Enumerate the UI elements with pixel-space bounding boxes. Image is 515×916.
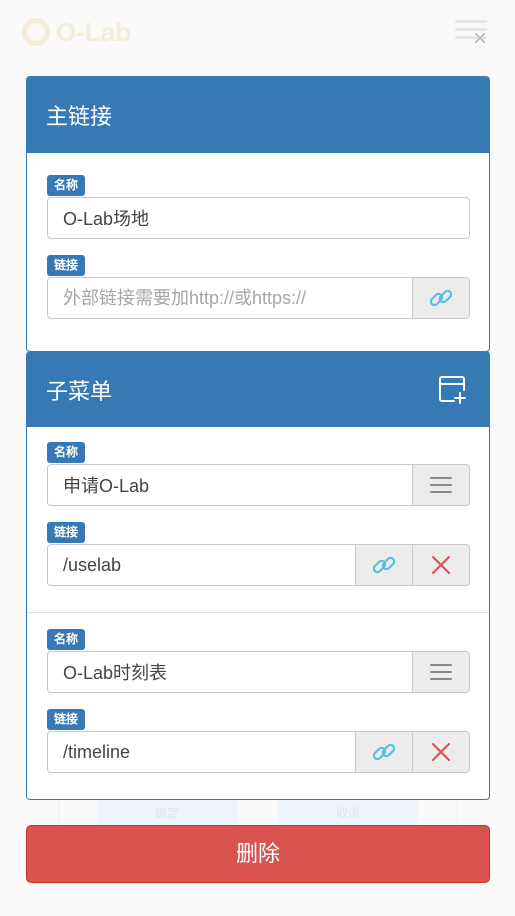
link-icon	[372, 743, 396, 761]
link-icon	[429, 289, 453, 307]
submenu-item-divider	[27, 612, 489, 613]
delete-button[interactable]: 删除	[26, 825, 490, 883]
link-icon	[372, 556, 396, 574]
add-submenu-icon[interactable]	[437, 374, 467, 404]
submenu-item-2-name-tag: 名称	[47, 629, 86, 650]
background-logo-text: O-Lab	[56, 16, 132, 47]
close-icon	[432, 556, 450, 574]
submenu-item-1-drag-handle[interactable]	[412, 465, 469, 505]
main-link-input[interactable]	[48, 278, 412, 318]
submenu-item-1-remove-button[interactable]	[412, 545, 469, 585]
submenu-item-1-name-tag: 名称	[47, 442, 86, 463]
submenu-item-1-name-field	[47, 464, 470, 506]
main-name-input[interactable]	[48, 198, 469, 238]
submenu-item-1-name-input[interactable]	[48, 465, 412, 505]
submenu-title: 子菜单	[46, 378, 113, 404]
submenu-header: 子菜单	[27, 352, 489, 427]
logo-mark-icon	[22, 18, 50, 46]
submenu-item-2-link-button[interactable]	[355, 732, 412, 772]
submenu-item-2-drag-handle[interactable]	[412, 652, 469, 692]
submenu-item-2-link-tag: 链接	[47, 709, 86, 730]
background-confirm-button: 确定	[97, 798, 237, 826]
submenu-item-2-name-input[interactable]	[48, 652, 412, 692]
main-link-header: 主链接	[27, 77, 489, 153]
main-link-button[interactable]	[412, 278, 469, 318]
submenu-item-2-remove-button[interactable]	[412, 732, 469, 772]
submenu-item-1-link-field	[47, 544, 470, 586]
hamburger-icon	[430, 477, 452, 493]
background-logo: O-Lab	[22, 14, 131, 50]
main-name-field	[47, 197, 470, 239]
close-dialog-button[interactable]: ×	[468, 26, 492, 52]
submenu-panel: 子菜单 名称 链接	[26, 351, 490, 800]
submenu-item-2-link-field	[47, 731, 470, 773]
hamburger-icon	[430, 664, 452, 680]
background-cancel-button: 取消	[278, 798, 418, 826]
main-link-panel: 主链接 名称 链接	[26, 76, 490, 352]
submenu-item-1-link-tag: 链接	[47, 522, 86, 543]
submenu-item-1-link-input[interactable]	[48, 545, 355, 585]
main-name-tag: 名称	[47, 175, 86, 196]
main-link-field	[47, 277, 470, 319]
submenu-item-2-name-field	[47, 651, 470, 693]
close-icon	[432, 743, 450, 761]
main-link-tag: 链接	[47, 255, 86, 276]
submenu-item-2-link-input[interactable]	[48, 732, 355, 772]
submenu-item-1-link-button[interactable]	[355, 545, 412, 585]
main-link-title: 主链接	[46, 104, 113, 129]
